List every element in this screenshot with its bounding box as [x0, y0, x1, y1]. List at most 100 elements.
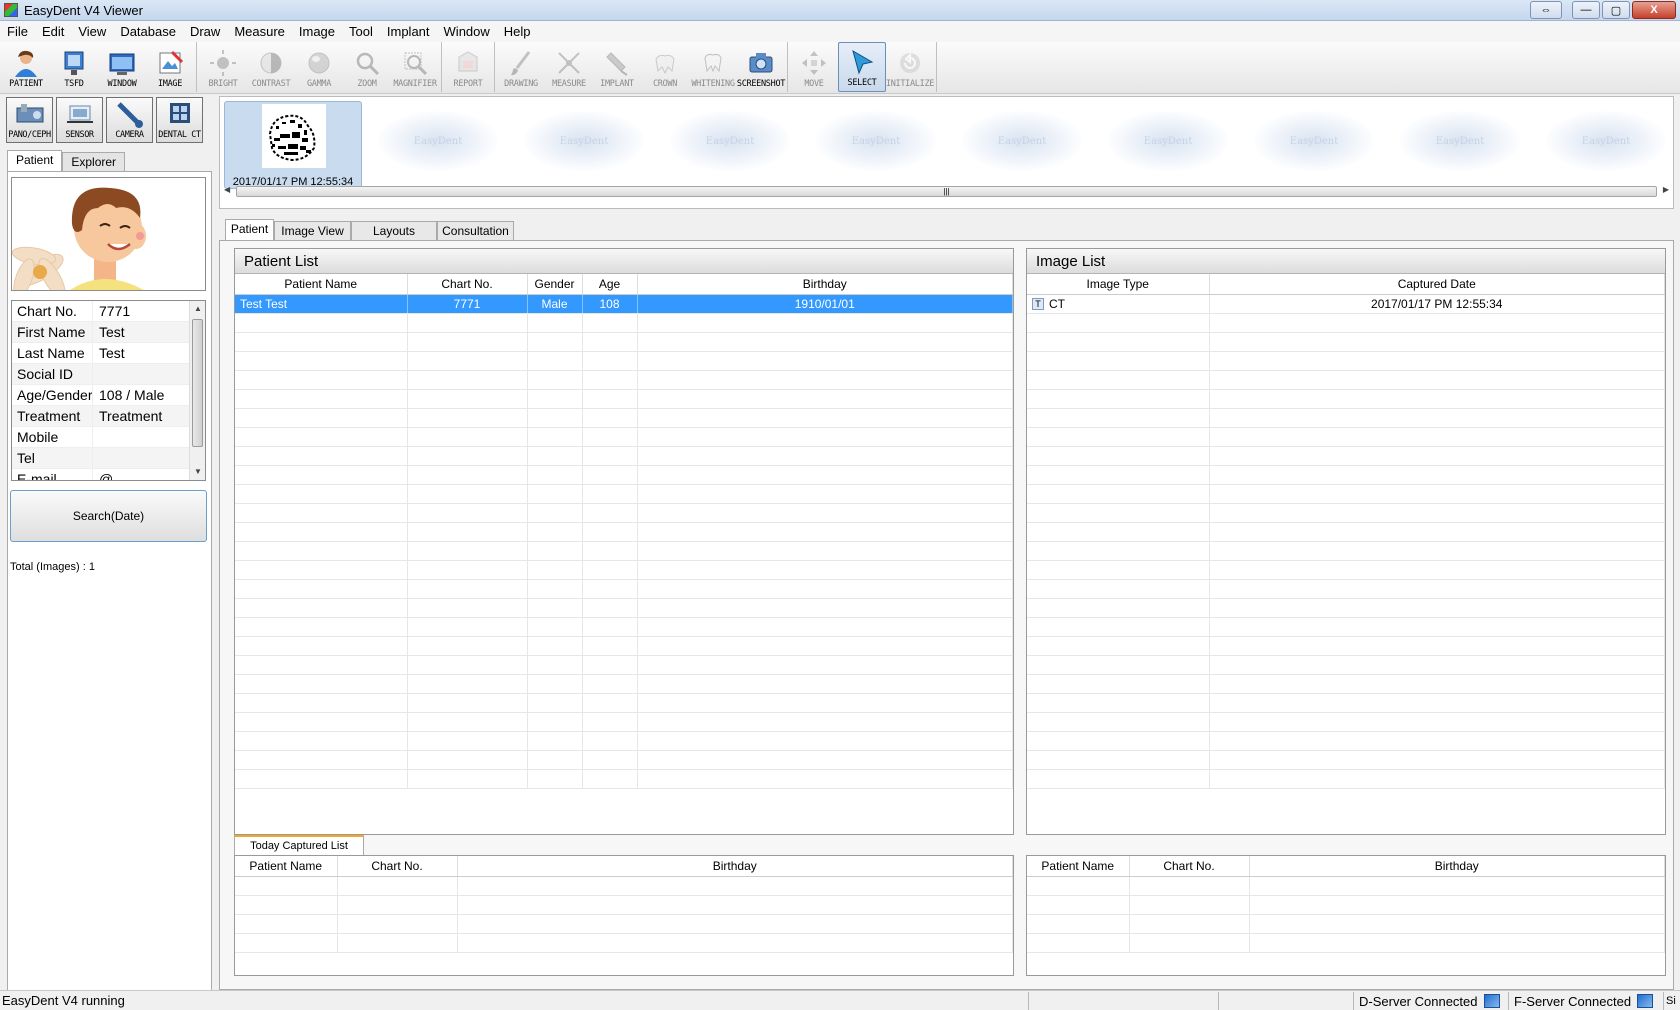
menu-draw[interactable]: Draw [183, 24, 227, 39]
restore-arrows-button[interactable]: ⇔ [1530, 1, 1562, 19]
toolbar-move-button[interactable]: MOVE [790, 42, 838, 92]
toolbar-drawing-button[interactable]: DRAWING [497, 42, 545, 92]
column-header[interactable]: Patient Name [235, 856, 338, 877]
tab-patient[interactable]: Patient [225, 219, 274, 240]
empty-row [235, 693, 1013, 713]
toolbar-crown-button[interactable]: CROWN [641, 42, 689, 92]
scroll-up-arrow-icon[interactable]: ▲ [190, 301, 205, 317]
toolbar-bright-button[interactable]: BRIGHT [199, 42, 247, 92]
toolbar-gamma-button[interactable]: GAMMA [295, 42, 343, 92]
acquire-camera-button[interactable]: CAMERA [106, 97, 153, 143]
menu-implant[interactable]: Implant [380, 24, 437, 39]
scroll-right-arrow-icon[interactable]: ▶ [1663, 185, 1669, 194]
cell-text: 108 [599, 296, 620, 311]
column-header[interactable]: Chart No. [337, 856, 458, 877]
toolbar-implant-button[interactable]: IMPLANT [593, 42, 641, 92]
column-header[interactable]: Patient Name [1027, 856, 1130, 877]
menu-help[interactable]: Help [497, 24, 538, 39]
table-cell [1027, 408, 1210, 428]
table-cell [582, 522, 638, 542]
strip-scroll-thumb[interactable]: ||| [236, 186, 1657, 197]
table-cell [235, 712, 408, 732]
tab-layouts[interactable]: Layouts [351, 221, 437, 240]
toolbar-screenshot-button[interactable]: SCREENSHOT [737, 42, 785, 92]
toolbar-select-button[interactable]: SELECT [838, 42, 886, 92]
acquire-pano-ceph-button[interactable]: PANO/CEPH [6, 97, 53, 143]
table-cell [582, 484, 638, 504]
table-row[interactable]: Test Test 7771 Male 108 1910/01/01 [235, 294, 1013, 314]
camera-icon [115, 100, 145, 128]
search-date-button[interactable]: Search(Date) [10, 490, 207, 542]
scroll-down-arrow-icon[interactable]: ▼ [190, 464, 205, 480]
tab-patient-left[interactable]: Patient [7, 150, 63, 171]
table-cell [1209, 446, 1665, 466]
fserver-status: F-Server Connected [1508, 992, 1663, 1010]
table-cell [1209, 503, 1665, 523]
toolbar-image-button[interactable]: IMAGE [146, 42, 194, 92]
close-button[interactable]: X [1632, 1, 1676, 19]
column-header[interactable]: Birthday [1249, 856, 1665, 877]
toolbar-patient-button[interactable]: PATIENT [2, 42, 50, 92]
table-row[interactable]: T CT 2017/01/17 PM 12:55:34 [1027, 294, 1665, 314]
toolbar-window-button[interactable]: WINDOW [98, 42, 146, 92]
column-header[interactable]: Birthday [637, 274, 1013, 295]
minimize-button[interactable]: — [1572, 1, 1600, 19]
tab-image-view[interactable]: Image View [274, 221, 351, 240]
toolbar-report-button[interactable]: REPORT [444, 42, 492, 92]
table-cell [527, 370, 583, 390]
empty-row [1027, 895, 1665, 915]
table-cell: T CT [1027, 294, 1210, 314]
menu-tool[interactable]: Tool [342, 24, 380, 39]
toolbar-group-5: MOVE SELECT INITIALIZE [790, 42, 937, 92]
patient-table: Patient Name Chart No. Gender Age Birthday T… [235, 274, 1013, 789]
table-cell [235, 351, 408, 371]
toolbar-zoom-button[interactable]: ZOOM [343, 42, 391, 92]
info-scrollbar[interactable]: ▲ ▼ [189, 301, 205, 480]
column-header[interactable]: Birthday [457, 856, 1013, 877]
toolbar-tsfd-button[interactable]: TSFD [50, 42, 98, 92]
title-bar: EasyDent V4 Viewer ⇔ — ▢ X [0, 0, 1680, 21]
menu-image[interactable]: Image [292, 24, 342, 39]
thumbnail-ct[interactable]: 2017/01/17 PM 12:55:34 [224, 101, 362, 189]
column-header[interactable]: Captured Date [1209, 274, 1665, 295]
menu-measure[interactable]: Measure [227, 24, 292, 39]
acquire-sensor-button[interactable]: SENSOR [56, 97, 103, 143]
menu-window[interactable]: Window [437, 24, 497, 39]
menu-edit[interactable]: Edit [35, 24, 71, 39]
strip-scrollbar[interactable]: ◀ ||| ▶ [222, 185, 1671, 198]
empty-row [1027, 933, 1665, 953]
info-key: Age/Gender [17, 387, 93, 403]
toolbar-whitening-button[interactable]: WHITENING [689, 42, 737, 92]
column-header[interactable]: Patient Name [235, 274, 408, 295]
tab-consultation[interactable]: Consultation [437, 221, 514, 240]
column-header[interactable]: Age [582, 274, 638, 295]
table-cell [1027, 769, 1210, 789]
tab-today-captured-list[interactable]: Today Captured List [234, 835, 364, 855]
column-header[interactable]: Image Type [1027, 274, 1210, 295]
table-cell [1027, 731, 1210, 751]
column-header[interactable]: Chart No. [407, 274, 528, 295]
column-header[interactable]: Gender [527, 274, 583, 295]
toolbar-magnifier-button[interactable]: MAGNIFIER [391, 42, 439, 92]
crown-icon [651, 49, 679, 77]
table-cell [337, 933, 458, 953]
toolbar-measure-button[interactable]: MEASURE [545, 42, 593, 92]
total-images-label: Total (Images) : 1 [10, 561, 95, 573]
scroll-thumb[interactable] [192, 319, 203, 447]
menu-file[interactable]: File [0, 24, 35, 39]
menu-database[interactable]: Database [113, 24, 183, 39]
toolbar-contrast-button[interactable]: CONTRAST [247, 42, 295, 92]
column-header[interactable]: Chart No. [1129, 856, 1250, 877]
table-cell [637, 712, 1013, 732]
scroll-left-arrow-icon[interactable]: ◀ [224, 185, 230, 194]
table-cell [1209, 465, 1665, 485]
empty-thumbnail-slot: EasyDent [962, 111, 1082, 171]
table-cell [582, 731, 638, 751]
monitor-icon [60, 49, 88, 77]
toolbar-initialize-button[interactable]: INITIALIZE [886, 42, 934, 92]
maximize-button[interactable]: ▢ [1602, 1, 1630, 19]
menu-view[interactable]: View [71, 24, 113, 39]
acquire-dental-ct-button[interactable]: DENTAL CT [156, 97, 203, 143]
measure-icon [555, 49, 583, 77]
tab-explorer[interactable]: Explorer [62, 152, 126, 171]
